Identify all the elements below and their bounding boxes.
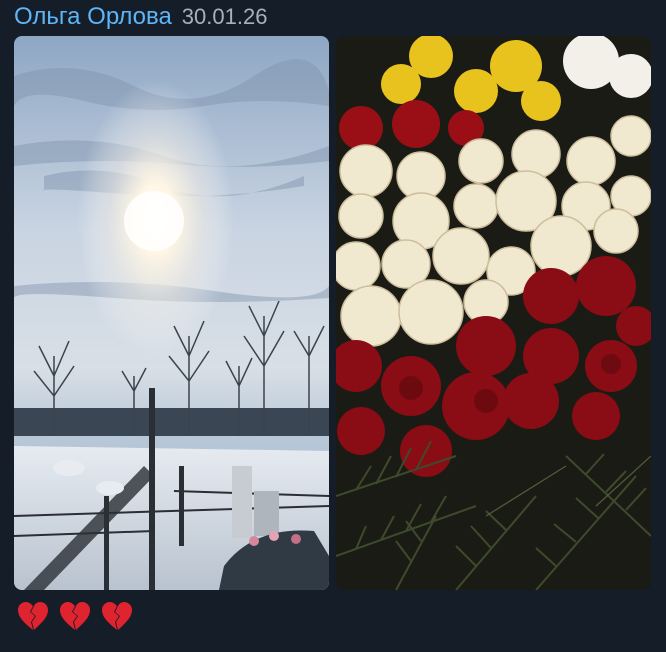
message-date: 30.01.26: [181, 4, 268, 29]
broken-heart-icon: [60, 602, 90, 630]
author-name[interactable]: Ольга Орлова: [14, 3, 172, 31]
broken-heart-icon: [18, 602, 48, 630]
cemetery-winter-sky-photo[interactable]: [14, 36, 329, 590]
broken-heart-icon: [102, 602, 132, 630]
message-header: Ольга Орлова 30.01.26: [14, 3, 267, 33]
emoji-row: [16, 600, 134, 634]
flowers-roses-photo[interactable]: [336, 36, 651, 590]
message-bubble: Ольга Орлова 30.01.26: [0, 0, 666, 652]
